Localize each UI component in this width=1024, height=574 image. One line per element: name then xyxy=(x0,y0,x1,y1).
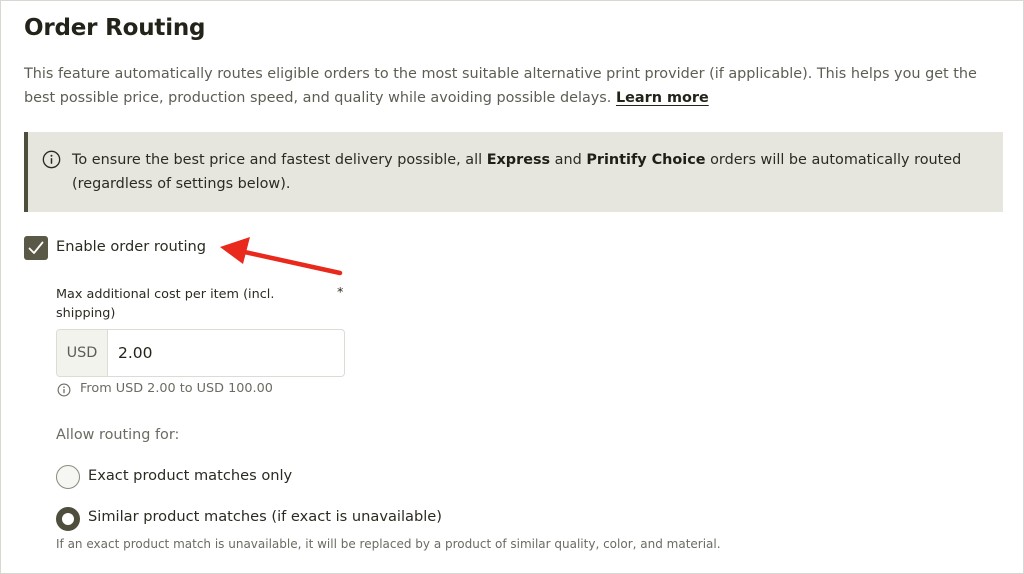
max-cost-input[interactable] xyxy=(108,330,344,376)
learn-more-link[interactable]: Learn more xyxy=(616,90,709,106)
feature-description: This feature automatically routes eligib… xyxy=(24,62,999,110)
notice-text-start: To ensure the best price and fastest del… xyxy=(72,152,487,168)
currency-prefix: USD xyxy=(57,330,108,376)
settings-panel: Order Routing This feature automatically… xyxy=(0,0,1024,574)
notice-printify-choice: Printify Choice xyxy=(586,152,706,168)
info-circle-icon xyxy=(42,150,61,169)
exact-matches-radio[interactable] xyxy=(56,465,80,489)
max-cost-hint: From USD 2.00 to USD 100.00 xyxy=(80,381,273,396)
info-notice-banner: To ensure the best price and fastest del… xyxy=(24,132,1003,212)
annotation-arrow xyxy=(220,237,343,276)
exact-matches-label[interactable]: Exact product matches only xyxy=(88,467,292,484)
notice-express: Express xyxy=(486,152,551,168)
enable-order-routing-checkbox[interactable] xyxy=(24,236,48,260)
notice-text: To ensure the best price and fastest del… xyxy=(72,148,992,196)
max-cost-label: Max additional cost per item (incl. ship… xyxy=(56,287,275,321)
enable-order-routing-label[interactable]: Enable order routing xyxy=(56,238,206,255)
info-circle-icon xyxy=(57,383,71,397)
description-text: This feature automatically routes eligib… xyxy=(24,66,977,106)
similar-matches-hint: If an exact product match is unavailable… xyxy=(56,537,721,551)
allow-routing-label: Allow routing for: xyxy=(56,427,180,443)
checkmark-icon xyxy=(28,241,44,254)
notice-text-and: and xyxy=(550,152,587,168)
similar-matches-label[interactable]: Similar product matches (if exact is una… xyxy=(88,508,442,525)
similar-matches-radio[interactable] xyxy=(56,507,80,531)
required-asterisk: * xyxy=(337,285,344,300)
page-title: Order Routing xyxy=(24,15,206,41)
max-cost-input-group: USD xyxy=(56,329,345,377)
